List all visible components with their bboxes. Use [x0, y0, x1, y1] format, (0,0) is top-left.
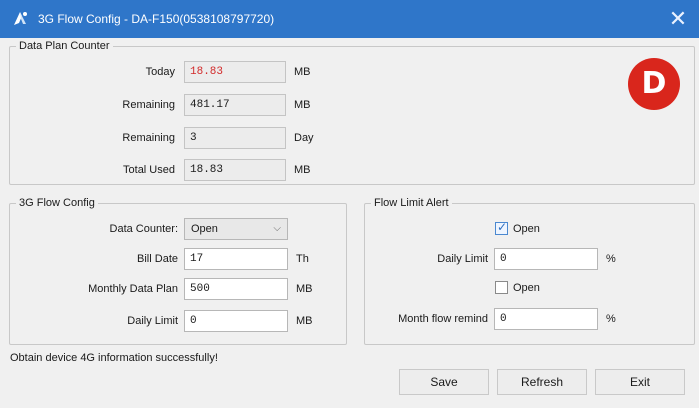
bill-date-label: Bill Date — [137, 253, 178, 265]
data-counter-row: Data Counter: Open ⌵ — [0, 218, 340, 240]
total-used-row: Total Used 18.83 MB — [0, 159, 699, 181]
daily-limit-mb-unit: MB — [296, 315, 313, 327]
daily-limit-mb-input[interactable]: 0 — [184, 310, 288, 332]
daily-limit-mb-row: Daily Limit 0 MB — [0, 310, 340, 332]
alert-open2-label[interactable]: Open — [513, 277, 540, 299]
dialog-body: Data Plan Counter Today 18.83 MB Remaini… — [0, 38, 699, 408]
monthly-plan-input[interactable]: 500 — [184, 278, 288, 300]
remaining-mb-value: 481.17 — [184, 94, 286, 116]
remaining-days-label: Remaining — [122, 132, 175, 144]
today-row: Today 18.83 MB — [0, 61, 699, 83]
remaining-days-row: Remaining 3 Day — [0, 127, 699, 149]
bill-date-input[interactable]: 17 — [184, 248, 288, 270]
monthly-plan-label: Monthly Data Plan — [88, 283, 178, 295]
data-counter-label: Data Counter: — [109, 223, 178, 235]
title-bar: 3G Flow Config - DA-F150(0538108797720) … — [0, 0, 699, 38]
exit-button[interactable]: Exit — [595, 369, 685, 395]
alert-open2-checkbox[interactable] — [495, 281, 508, 294]
alert-daily-limit-unit: % — [606, 253, 616, 265]
badge-d-logo: D — [628, 58, 680, 110]
total-used-label: Total Used — [123, 164, 175, 176]
flow-config-legend: 3G Flow Config — [19, 197, 95, 209]
total-used-value: 18.83 — [184, 159, 286, 181]
save-button[interactable]: Save — [399, 369, 489, 395]
month-remind-input[interactable]: 0 — [494, 308, 598, 330]
alert-open2-row: Open — [495, 277, 595, 299]
status-message: Obtain device 4G information successfull… — [10, 352, 218, 364]
bill-date-row: Bill Date 17 Th — [0, 248, 340, 270]
data-counter-selected: Open — [191, 223, 218, 235]
remaining-mb-label: Remaining — [122, 99, 175, 111]
refresh-button[interactable]: Refresh — [497, 369, 587, 395]
alert-daily-limit-row: Daily Limit 0 % — [360, 248, 699, 270]
today-unit: MB — [294, 66, 311, 78]
monthly-plan-unit: MB — [296, 283, 313, 295]
chevron-down-icon: ⌵ — [273, 223, 281, 234]
alert-open1-row: Open — [495, 218, 595, 240]
daily-limit-mb-label: Daily Limit — [127, 315, 178, 327]
alert-daily-limit-label: Daily Limit — [437, 253, 488, 265]
close-icon[interactable]: ✕ — [657, 0, 699, 38]
alert-daily-limit-input[interactable]: 0 — [494, 248, 598, 270]
remaining-mb-row: Remaining 481.17 MB — [0, 94, 699, 116]
alert-open1-checkbox[interactable] — [495, 220, 508, 235]
month-remind-label: Month flow remind — [398, 313, 488, 325]
month-remind-row: Month flow remind 0 % — [360, 308, 699, 330]
remaining-mb-unit: MB — [294, 99, 311, 111]
monthly-plan-row: Monthly Data Plan 500 MB — [0, 278, 340, 300]
total-used-unit: MB — [294, 164, 311, 176]
alert-open1-label[interactable]: Open — [513, 218, 540, 240]
remaining-days-unit: Day — [294, 132, 314, 144]
month-remind-unit: % — [606, 313, 616, 325]
data-counter-select[interactable]: Open ⌵ — [184, 218, 288, 240]
today-label: Today — [145, 66, 175, 78]
flow-limit-alert-legend: Flow Limit Alert — [374, 197, 449, 209]
today-value: 18.83 — [184, 61, 286, 83]
data-plan-counter-legend: Data Plan Counter — [19, 40, 110, 52]
bill-date-unit: Th — [296, 253, 309, 265]
window-title: 3G Flow Config - DA-F150(0538108797720) — [38, 12, 275, 26]
app-icon — [14, 12, 27, 25]
remaining-days-value: 3 — [184, 127, 286, 149]
